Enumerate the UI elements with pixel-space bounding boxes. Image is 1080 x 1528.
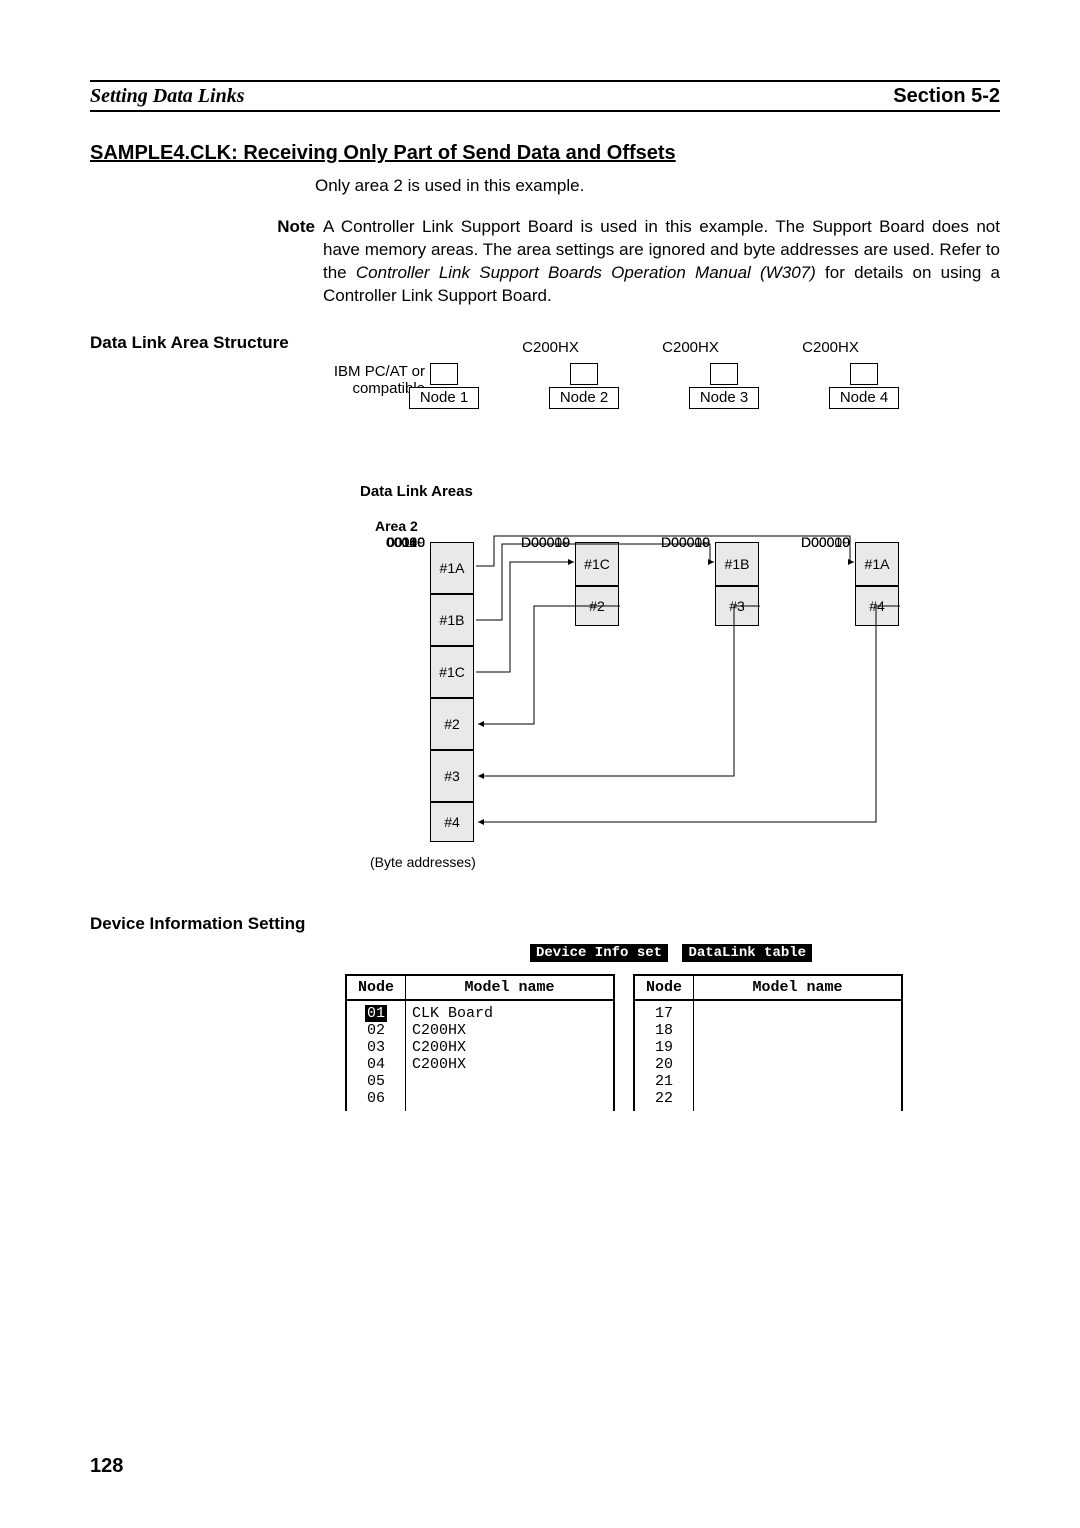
note-block: Note A Controller Link Support Board is … [90, 216, 1000, 308]
node4-chip [850, 363, 878, 385]
note-italic: Controller Link Support Boards Operation… [356, 263, 816, 282]
node3-top-label: C200HX [633, 339, 748, 356]
table-row[interactable]: 04 [347, 1056, 405, 1073]
cell: #2 [430, 698, 474, 750]
table-row[interactable]: 18 [635, 1022, 693, 1039]
node1-chip [430, 363, 458, 385]
header-left: Setting Data Links [90, 85, 244, 108]
table-row[interactable]: 01 [347, 1005, 405, 1022]
note-body: A Controller Link Support Board is used … [323, 216, 1000, 308]
page: Setting Data Links Section 5-2 SAMPLE4.C… [0, 0, 1080, 1528]
node-col: 01 02 03 04 05 06 [347, 1001, 406, 1111]
table-row[interactable]: 06 [347, 1090, 405, 1107]
byte-addresses-note: (Byte addresses) [370, 854, 476, 870]
tab-datalink-table[interactable]: DataLink table [682, 944, 812, 962]
device-tables: Node Model name 01 02 03 04 05 06 CLK Bo… [345, 974, 1000, 1111]
table-row[interactable]: 20 [635, 1056, 693, 1073]
table-row[interactable]: 22 [635, 1090, 693, 1107]
th-node: Node [635, 976, 694, 999]
section-heading: SAMPLE4.CLK: Receiving Only Part of Send… [90, 142, 1000, 165]
node2-chip [570, 363, 598, 385]
node1-box: Node 1 [409, 387, 479, 409]
model-cell: C200HX [412, 1056, 607, 1073]
arrows-svg [474, 542, 904, 862]
node-diagram: IBM PC/AT or compatible Node 1 C200HX No… [325, 363, 1000, 423]
node-col: 17 18 19 20 21 22 [635, 1001, 694, 1111]
node4-box: Node 4 [829, 387, 899, 409]
header-right: Section 5-2 [893, 85, 1000, 108]
tab-device-info[interactable]: Device Info set [530, 944, 668, 962]
device-table-right: Node Model name 17 18 19 20 21 22 [633, 974, 903, 1111]
area-diagram: 00000 00020 00040 00060 00080 00100 0011… [370, 534, 1000, 894]
model-cell: C200HX [412, 1022, 607, 1039]
cell: #3 [430, 750, 474, 802]
th-node: Node [347, 976, 406, 999]
table-row[interactable]: 21 [635, 1073, 693, 1090]
table-row[interactable]: 17 [635, 1005, 693, 1022]
table-row[interactable]: 02 [347, 1022, 405, 1039]
note-label: Note [267, 216, 323, 308]
running-header: Setting Data Links Section 5-2 [90, 85, 1000, 112]
area2-label: Area 2 [375, 518, 1000, 534]
page-number: 128 [90, 1455, 123, 1478]
subheading-device-info: Device Information Setting [90, 914, 1000, 934]
data-link-areas-title: Data Link Areas [360, 483, 1000, 500]
node4-top-label: C200HX [773, 339, 888, 356]
node3-chip [710, 363, 738, 385]
mode-tabs: Device Info set DataLink table [530, 944, 1000, 962]
cell: #1C [430, 646, 474, 698]
rule-top [90, 80, 1000, 82]
node3-box: Node 3 [689, 387, 759, 409]
th-model: Model name [694, 976, 901, 999]
node2-box: Node 2 [549, 387, 619, 409]
selected-node: 01 [365, 1005, 387, 1022]
table-row[interactable]: 05 [347, 1073, 405, 1090]
device-table-left: Node Model name 01 02 03 04 05 06 CLK Bo… [345, 974, 615, 1111]
cell: #1B [430, 594, 474, 646]
addr: 00119 [370, 534, 425, 550]
model-cell: CLK Board [412, 1005, 607, 1022]
model-col: CLK Board C200HX C200HX C200HX [406, 1001, 613, 1111]
model-col [694, 1001, 901, 1111]
table-row[interactable]: 19 [635, 1039, 693, 1056]
cell: #4 [430, 802, 474, 842]
intro-text: Only area 2 is used in this example. [315, 175, 1000, 198]
model-cell: C200HX [412, 1039, 607, 1056]
th-model: Model name [406, 976, 613, 999]
table-row[interactable]: 03 [347, 1039, 405, 1056]
node2-top-label: C200HX [493, 339, 608, 356]
cell: #1A [430, 542, 474, 594]
